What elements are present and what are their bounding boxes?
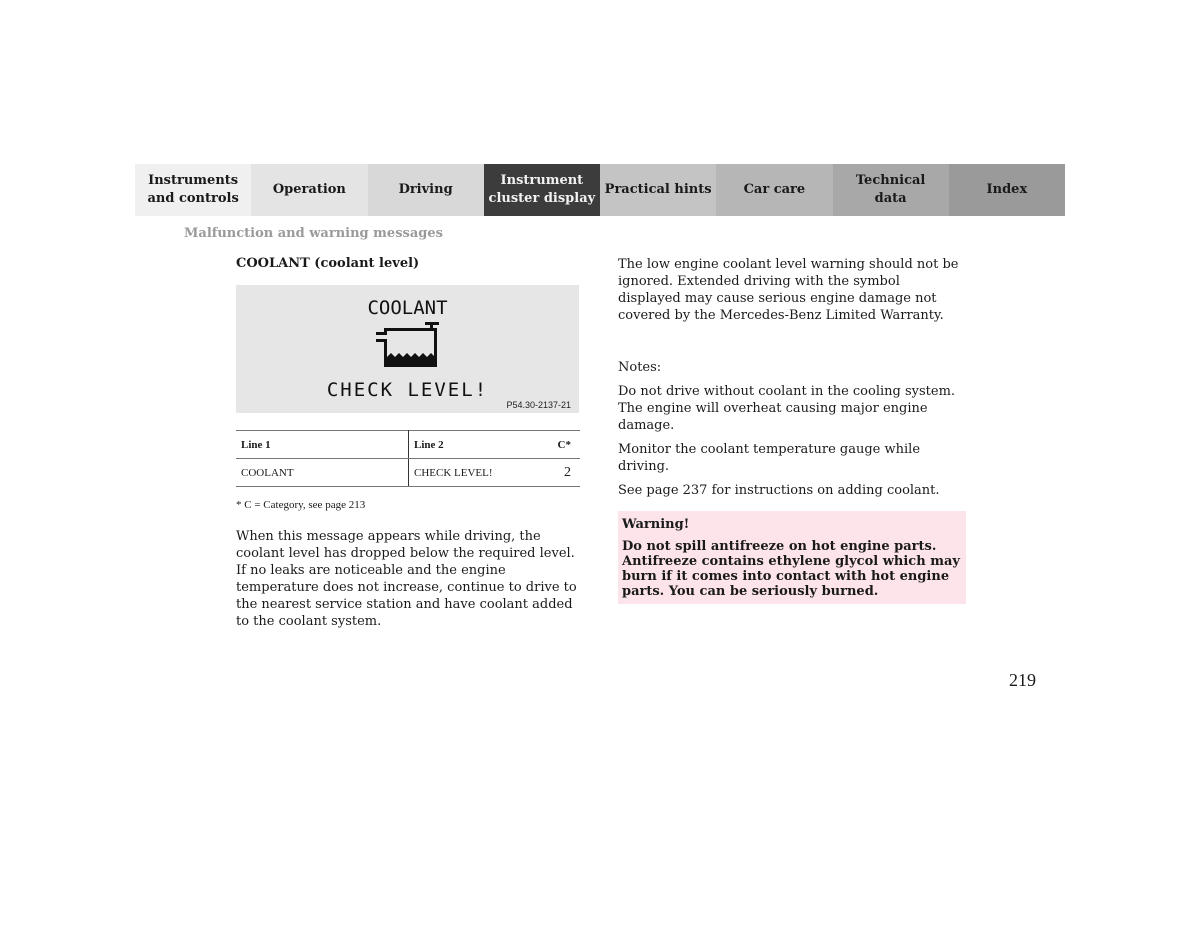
display-line2: CHECK LEVEL! bbox=[326, 379, 489, 401]
tab-practical-hints[interactable]: Practical hints bbox=[600, 164, 717, 216]
warranty-paragraph: The low engine coolant level warning sho… bbox=[618, 257, 959, 323]
tab-label: data bbox=[874, 191, 907, 206]
tab-label: Technical bbox=[855, 173, 926, 188]
right-column: The low engine coolant level warning sho… bbox=[618, 256, 966, 604]
warning-box: Warning! Do not spill antifreeze on hot … bbox=[618, 511, 966, 604]
tab-label: Driving bbox=[398, 182, 453, 197]
section-title: Malfunction and warning messages bbox=[184, 226, 443, 241]
page-number: 219 bbox=[1009, 670, 1036, 690]
header-line1: Line 1 bbox=[236, 430, 409, 459]
table-header-row: Line 1 Line 2 C* bbox=[236, 430, 580, 459]
note-item: See page 237 for instructions on adding … bbox=[618, 483, 940, 498]
tab-index[interactable]: Index bbox=[948, 164, 1065, 216]
warning-text: Do not spill antifreeze on hot engine pa… bbox=[622, 539, 960, 599]
tab-label: Index bbox=[986, 182, 1028, 197]
tab-label: Practical hints bbox=[604, 182, 712, 197]
tab-technical-data[interactable]: Technical data bbox=[832, 164, 949, 216]
tab-label: Operation bbox=[272, 182, 346, 197]
tab-label: and controls bbox=[147, 191, 239, 206]
tab-label: Instrument bbox=[500, 173, 584, 188]
warning-title: Warning! bbox=[622, 517, 690, 532]
category-footnote: * C = Category, see page 213 bbox=[236, 499, 366, 511]
header-category: C* bbox=[546, 430, 580, 459]
cell-category: 2 bbox=[546, 458, 580, 487]
tab-label: Car care bbox=[743, 182, 806, 197]
cell-line2: CHECK LEVEL! bbox=[408, 458, 546, 487]
tab-operation[interactable]: Operation bbox=[251, 164, 368, 216]
cell-line1: COOLANT bbox=[236, 458, 409, 487]
header-line2: Line 2 bbox=[408, 430, 546, 459]
tab-label: cluster display bbox=[488, 191, 596, 206]
tab-car-care[interactable]: Car care bbox=[716, 164, 833, 216]
tab-label: Instruments bbox=[148, 173, 239, 188]
figure-code: P54.30-2137-21 bbox=[506, 400, 571, 410]
display-line1: COOLANT bbox=[367, 297, 448, 319]
tab-instruments-and-controls[interactable]: Instruments and controls bbox=[135, 164, 252, 216]
note-item: Do not drive without coolant in the cool… bbox=[618, 384, 956, 433]
instrument-display-figure: COOLANT CHECK LEVEL! P54.30-2137-21 bbox=[236, 285, 579, 413]
tab-instrument-cluster-display[interactable]: Instrument cluster display bbox=[483, 164, 600, 216]
left-column: COOLANT (coolant level) COOLANT CHECK LE… bbox=[236, 256, 580, 630]
chapter-tabs: Instruments and controls Operation Drivin… bbox=[135, 164, 1065, 216]
coolant-reservoir-icon bbox=[376, 322, 439, 367]
message-heading: COOLANT (coolant level) bbox=[236, 256, 420, 271]
notes-label: Notes: bbox=[618, 360, 662, 375]
message-table: Line 1 Line 2 C* COOLANT CHECK LEVEL! 2 bbox=[236, 430, 580, 487]
left-body-text: When this message appears while driving,… bbox=[236, 529, 577, 629]
table-row: COOLANT CHECK LEVEL! 2 bbox=[236, 458, 580, 487]
note-item: Monitor the coolant temperature gauge wh… bbox=[618, 442, 921, 474]
tab-driving[interactable]: Driving bbox=[367, 164, 484, 216]
